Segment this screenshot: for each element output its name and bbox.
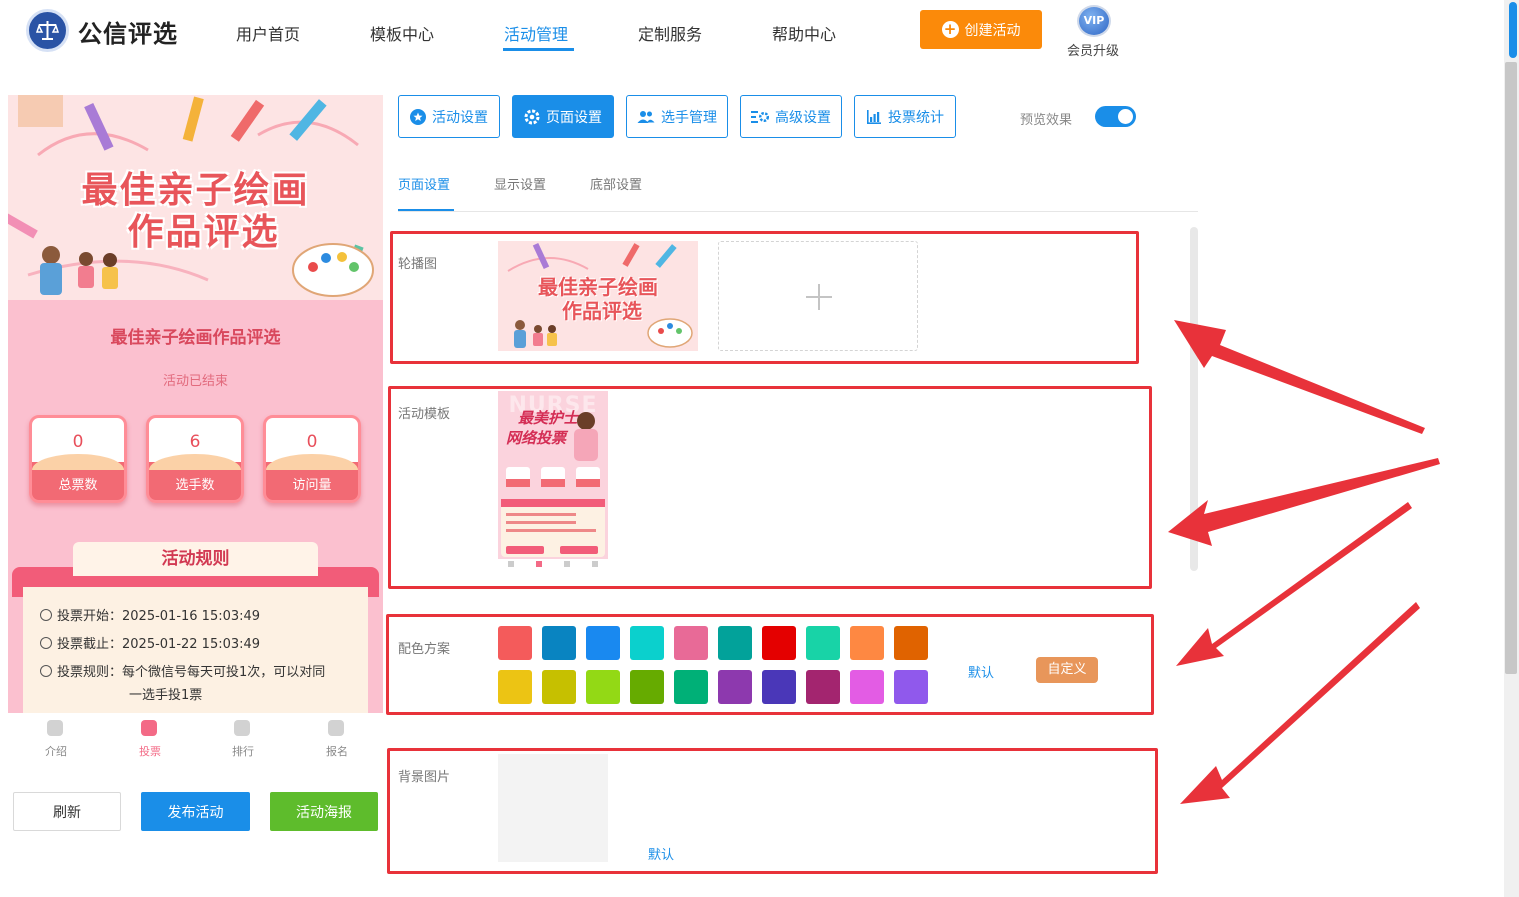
create-activity-button[interactable]: + 创建活动	[920, 10, 1042, 49]
highlight-box-background	[387, 748, 1158, 874]
nav-custom-service[interactable]: 定制服务	[638, 21, 702, 45]
page-scrollbar-rail	[1505, 62, 1517, 674]
stat-value: 6	[189, 432, 201, 452]
contestant-management-button[interactable]: 选手管理	[626, 95, 728, 138]
star-icon	[410, 108, 426, 125]
info-icon	[40, 665, 52, 677]
nav-help-center[interactable]: 帮助中心	[772, 21, 836, 45]
rule-vote-end: 投票截止：2025-01-22 15:03:49	[40, 633, 260, 652]
gear-icon	[524, 109, 540, 124]
page-scrollbar-thumb[interactable]	[1509, 2, 1517, 58]
advanced-settings-label: 高级设置	[775, 109, 831, 126]
contestant-management-label: 选手管理	[661, 109, 717, 126]
stat-card-total-votes: 0 总票数	[29, 415, 127, 503]
rules-title: 活动规则	[73, 542, 318, 576]
brand-logo-icon[interactable]	[26, 9, 69, 52]
stat-value: 0	[72, 432, 84, 452]
rule-vote-start: 投票开始：2025-01-16 15:03:49	[40, 605, 260, 624]
page-settings-label: 页面设置	[546, 109, 602, 126]
rule-vote-policy: 投票规则：每个微信号每天可投1次，可以对同	[40, 661, 325, 680]
top-header: 公信评选 用户首页 模板中心 活动管理 定制服务 帮助中心 + 创建活动 VIP…	[0, 0, 1500, 62]
highlight-box-carousel	[390, 231, 1139, 364]
stat-label: 选手数	[175, 478, 215, 493]
stat-card-visits: 0 访问量	[263, 415, 361, 503]
refresh-button[interactable]: 刷新	[13, 792, 121, 831]
heart-tab-icon	[234, 720, 250, 736]
tab-signup[interactable]: 报名	[326, 743, 348, 759]
banner-title-line2: 作品评选	[127, 212, 280, 253]
rule-vote-policy-cont: 一选手投1票	[129, 688, 203, 703]
tab-ranking[interactable]: 排行	[232, 743, 254, 759]
activity-poster-button[interactable]: 活动海报	[270, 792, 378, 831]
activity-settings-button[interactable]: 活动设置	[398, 95, 500, 138]
stat-label: 访问量	[292, 478, 332, 493]
plus-circle-icon: +	[941, 21, 959, 38]
subtab-display-settings[interactable]: 显示设置	[494, 174, 546, 193]
preview-activity-title: 最佳亲子绘画作品评选	[110, 328, 281, 348]
nav-template-center[interactable]: 模板中心	[370, 21, 434, 45]
subtab-footer-settings[interactable]: 底部设置	[590, 174, 642, 193]
advanced-settings-button[interactable]: 高级设置	[740, 95, 842, 138]
vip-icon[interactable]: VIP	[1077, 5, 1111, 37]
rules-card: 投票开始：2025-01-16 15:03:49 投票截止：2025-01-22…	[23, 587, 368, 713]
highlight-box-template	[388, 386, 1152, 589]
intro-tab-icon	[47, 720, 63, 736]
advanced-settings-icon	[751, 110, 769, 123]
vip-upgrade-link[interactable]: 会员升级	[1067, 40, 1119, 59]
page-settings-button[interactable]: 页面设置	[512, 95, 614, 138]
subtab-active-indicator	[398, 209, 454, 211]
clock-icon	[40, 637, 52, 649]
annotation-arrows	[1168, 320, 1440, 804]
preview-toggle-label: 预览效果	[1020, 113, 1073, 128]
bar-chart-icon	[867, 109, 881, 124]
publish-activity-button[interactable]: 发布活动	[141, 792, 250, 831]
activity-settings-label: 活动设置	[432, 109, 488, 126]
stat-value: 0	[306, 432, 318, 452]
nav-user-home[interactable]: 用户首页	[236, 21, 300, 45]
clock-icon	[40, 609, 52, 621]
users-icon	[637, 110, 655, 123]
tab-vote[interactable]: 投票	[139, 743, 161, 759]
vote-statistics-label: 投票统计	[888, 109, 944, 126]
tab-intro[interactable]: 介绍	[45, 743, 67, 759]
nav-activity-management[interactable]: 活动管理	[504, 21, 568, 45]
vote-tab-icon	[141, 720, 157, 736]
stat-label: 总票数	[58, 478, 98, 493]
vote-statistics-button[interactable]: 投票统计	[854, 95, 956, 138]
subtab-divider	[398, 211, 1198, 212]
preview-toggle-switch[interactable]	[1095, 106, 1136, 127]
highlight-box-colors	[386, 614, 1154, 715]
nav-active-indicator	[503, 48, 574, 51]
brand-name: 公信评选	[78, 20, 178, 48]
stat-card-contestants: 6 选手数	[146, 415, 244, 503]
preview-banner: 最佳亲子绘画 作品评选	[8, 95, 383, 300]
create-activity-label: 创建活动	[964, 22, 1021, 39]
signup-tab-icon	[328, 720, 344, 736]
subtab-page-settings[interactable]: 页面设置	[398, 174, 450, 193]
mobile-preview: 最佳亲子绘画 作品评选 最佳亲子绘画作品评选 活动已结束 0 总票数 6 选手数…	[8, 95, 383, 713]
preview-activity-status: 活动已结束	[162, 374, 228, 389]
